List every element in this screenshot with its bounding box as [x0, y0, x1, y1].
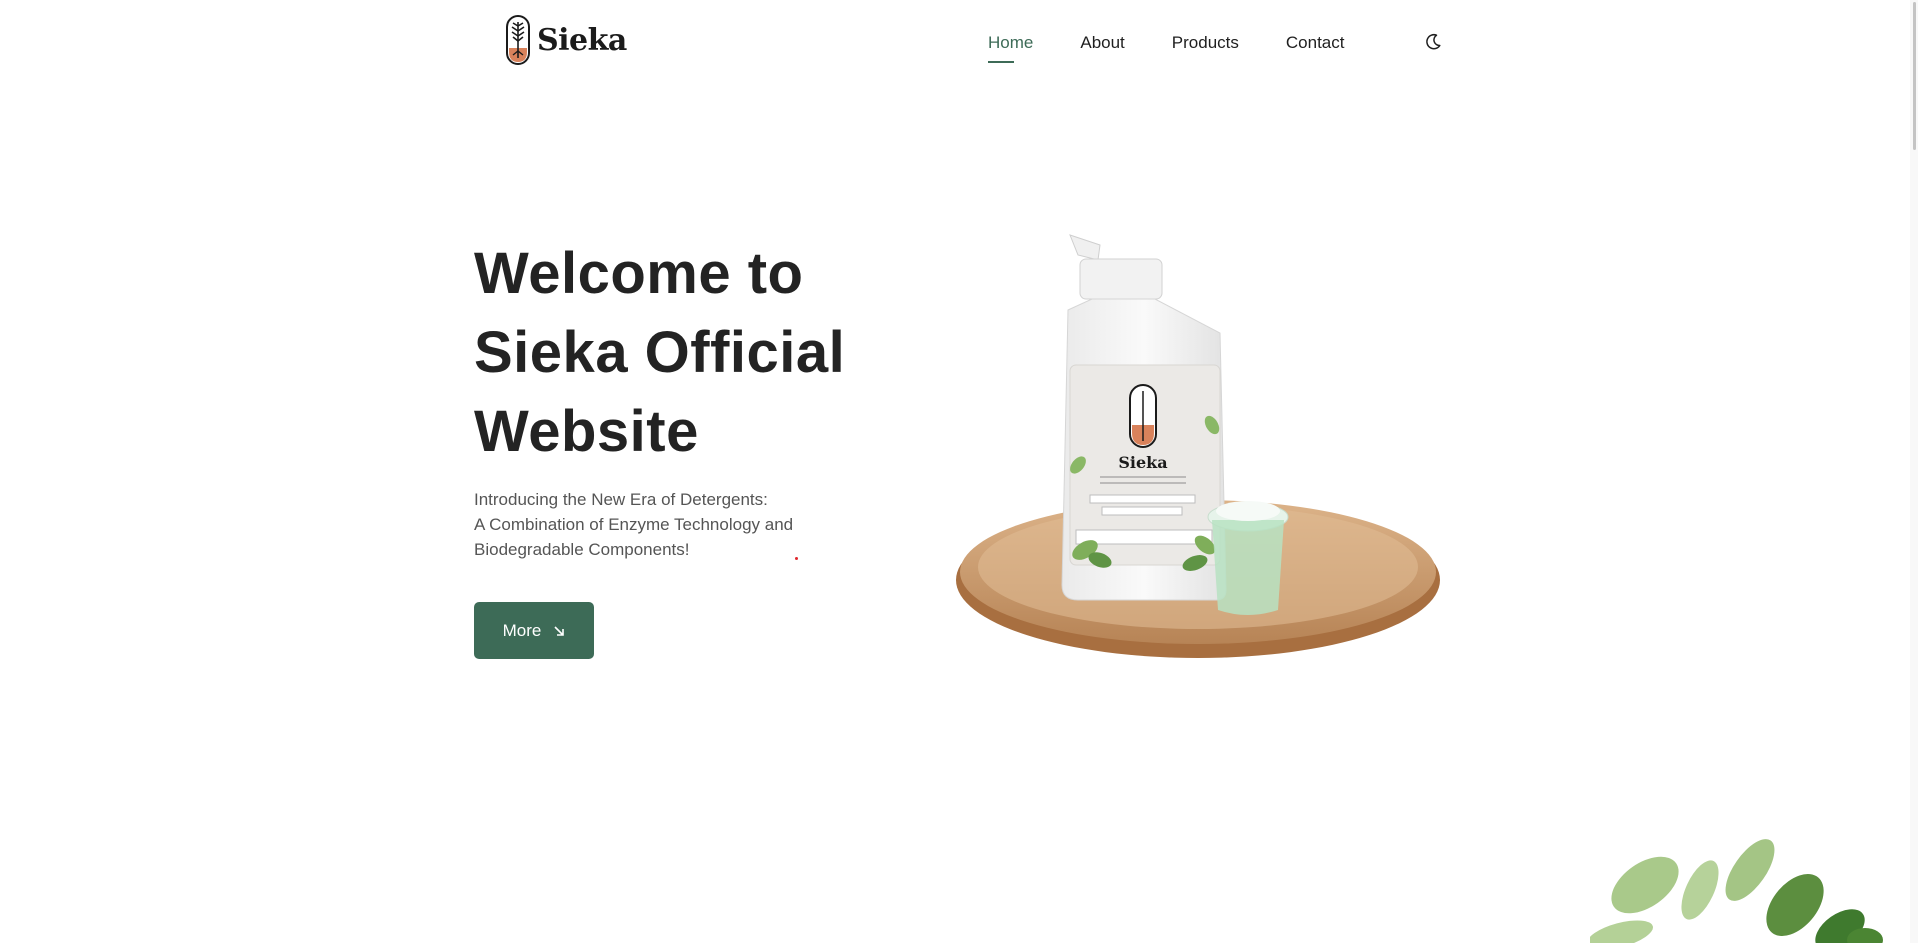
nav-contact[interactable]: Contact [1286, 33, 1345, 63]
site-header: Sieka Home About Products Contact [0, 0, 1918, 88]
cursor-dot [795, 557, 798, 560]
hero-description-line: Introducing the New Era of Detergents: [474, 490, 768, 509]
more-button-label: More [502, 620, 542, 640]
page-scrollbar[interactable] [1910, 0, 1918, 943]
bottle-label-brand: Sieka [1118, 453, 1167, 472]
nav-about[interactable]: About [1080, 33, 1124, 63]
hero-title-line: Website [474, 399, 699, 464]
hero-description-line: A Combination of Enzyme Technology and [474, 515, 794, 534]
brand-name: Sieka [537, 22, 627, 58]
hero-title-line: Welcome to [474, 241, 804, 306]
plant-seal-icon [506, 15, 530, 65]
moon-icon[interactable] [1423, 32, 1443, 52]
main-nav: Home About Products Contact [988, 33, 1344, 63]
brand-logo[interactable]: Sieka [505, 14, 627, 66]
nav-home[interactable]: Home [988, 33, 1033, 63]
decorative-leaves [1590, 839, 1883, 943]
nav-products[interactable]: Products [1172, 33, 1239, 63]
hero-description: Introducing the New Era of Detergents: A… [474, 487, 854, 562]
hero-title-line: Sieka Official [474, 320, 846, 385]
more-button[interactable]: More [474, 602, 594, 659]
arrow-down-right-icon [554, 625, 565, 636]
product-bottle-image: Sieka [956, 234, 1440, 658]
hero-title: Welcome to Sieka Official Website [474, 234, 894, 471]
scrollbar-thumb[interactable] [1913, 2, 1916, 150]
